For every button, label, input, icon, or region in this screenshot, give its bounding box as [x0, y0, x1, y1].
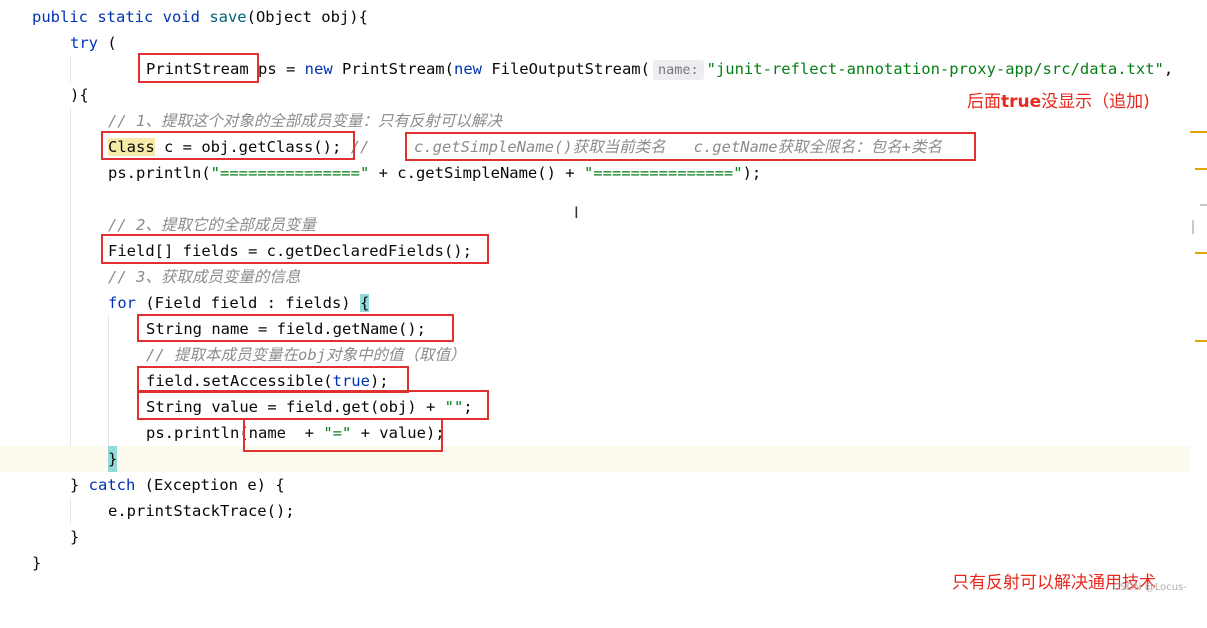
- method-name: save: [209, 8, 247, 26]
- code-text: ps =: [248, 60, 305, 78]
- code-text: + c.getSimpleName() +: [369, 164, 584, 182]
- string-literal: "===============": [583, 164, 743, 182]
- code-line[interactable]: }: [0, 524, 1190, 550]
- code-text: }: [70, 476, 89, 494]
- annotation-text: 没显示（追加): [1041, 92, 1150, 112]
- code-text: field.setAccessible(: [146, 372, 333, 390]
- matched-brace: {: [359, 294, 370, 312]
- comment: // 提取本成员变量在obj对象中的值（取值）: [146, 346, 466, 364]
- code-line[interactable]: String name = field.getName();: [0, 316, 1190, 342]
- code-line[interactable]: ps.println("===============" + c.getSimp…: [0, 160, 1190, 186]
- code-text: Field[] fields = c.getDeclaredFields();: [108, 242, 472, 260]
- string-literal: "": [444, 398, 464, 416]
- code-line-current[interactable]: }: [0, 446, 1190, 472]
- code-text: PrintStream: [146, 60, 249, 78]
- code-line[interactable]: String value = field.get(obj) + "";: [0, 394, 1190, 420]
- code-line[interactable]: public static void save(Object obj){: [0, 4, 1190, 30]
- code-text: ;: [463, 398, 473, 416]
- comment: // 1、提取这个对象的全部成员变量：只有反射可以解决: [108, 112, 502, 130]
- code-text: ps.println(name +: [146, 424, 324, 442]
- code-text: e.printStackTrace();: [108, 502, 295, 520]
- annotation-text-bold: true: [1001, 92, 1042, 112]
- comment: // 3、获取成员变量的信息: [108, 268, 301, 286]
- code-text: ){: [70, 86, 89, 104]
- string-literal: "junit-reflect-annotation-proxy-app/src/…: [706, 60, 1164, 78]
- code-text: String name = field.getName();: [146, 320, 426, 338]
- scroll-thumb[interactable]: [1192, 220, 1194, 234]
- annotation-text: 后面: [967, 92, 1001, 112]
- code-text: }: [70, 528, 80, 546]
- code-text: ,: [1163, 60, 1174, 78]
- string-literal: "===============": [210, 164, 370, 182]
- keyword: for: [108, 294, 136, 312]
- warning-marker[interactable]: [1195, 340, 1207, 342]
- code-line[interactable]: ps.println(name + "=" + value);: [0, 420, 1190, 446]
- comment: //: [350, 138, 379, 156]
- watermark: CSDN @Locus-: [1113, 582, 1187, 593]
- keyword: try: [70, 34, 98, 52]
- code-text: String value = field.get(obj) +: [146, 398, 445, 416]
- code-text: );: [369, 372, 389, 390]
- code-line[interactable]: // 3、获取成员变量的信息: [0, 264, 1190, 290]
- matched-brace: }: [108, 446, 118, 472]
- warning-marker[interactable]: [1190, 131, 1207, 133]
- warning-marker[interactable]: [1195, 252, 1207, 254]
- code-text: c = obj.getClass();: [154, 138, 351, 156]
- code-line[interactable]: // 2、提取它的全部成员变量: [0, 212, 1190, 238]
- code-text: (Object obj){: [246, 8, 368, 26]
- parameter-hint: name:: [652, 60, 704, 80]
- code-text: );: [742, 164, 762, 182]
- code-editor[interactable]: public static void save(Object obj){ try…: [0, 0, 1190, 601]
- code-line[interactable]: Class c = obj.getClass(); // c.getSimple…: [0, 134, 1190, 160]
- keyword: new: [304, 60, 333, 78]
- code-line[interactable]: PrintStream ps = new PrintStream(new Fil…: [0, 56, 1190, 82]
- text-cursor-icon: I: [574, 203, 579, 222]
- keyword: new: [453, 60, 482, 78]
- code-line[interactable]: // 提取本成员变量在obj对象中的值（取值）: [0, 342, 1190, 368]
- string-literal: "=": [323, 424, 352, 442]
- scrollbar[interactable]: [1190, 0, 1207, 601]
- annotation-top: 后面true没显示（追加): [967, 87, 1150, 112]
- comment: c.getSimpleName()获取当前类名 c.getName获取全限名：包…: [414, 138, 942, 156]
- scroll-marker[interactable]: [1200, 204, 1207, 206]
- keyword: public static void: [32, 8, 210, 26]
- keyword: true: [332, 372, 370, 390]
- code-text: (: [98, 34, 117, 52]
- code-line[interactable]: field.setAccessible(true);: [0, 368, 1190, 394]
- code-text: + value);: [351, 424, 445, 442]
- code-line[interactable]: Field[] fields = c.getDeclaredFields();: [0, 238, 1190, 264]
- code-text: ps.println(: [108, 164, 211, 182]
- code-text: }: [32, 554, 42, 572]
- code-line[interactable]: e.printStackTrace();: [0, 498, 1190, 524]
- warning-marker[interactable]: [1195, 168, 1207, 170]
- code-line[interactable]: try (: [0, 30, 1190, 56]
- code-text: (Field field : fields): [136, 294, 360, 312]
- code-text: FileOutputStream(: [481, 60, 650, 78]
- code-line[interactable]: for (Field field : fields) {: [0, 290, 1190, 316]
- code-line[interactable]: } catch (Exception e) {: [0, 472, 1190, 498]
- comment: // 2、提取它的全部成员变量: [108, 216, 316, 234]
- class-keyword: Class: [108, 138, 155, 156]
- keyword: catch: [88, 476, 136, 494]
- code-text: (Exception e) {: [135, 476, 285, 494]
- code-text: PrintStream(: [332, 60, 454, 78]
